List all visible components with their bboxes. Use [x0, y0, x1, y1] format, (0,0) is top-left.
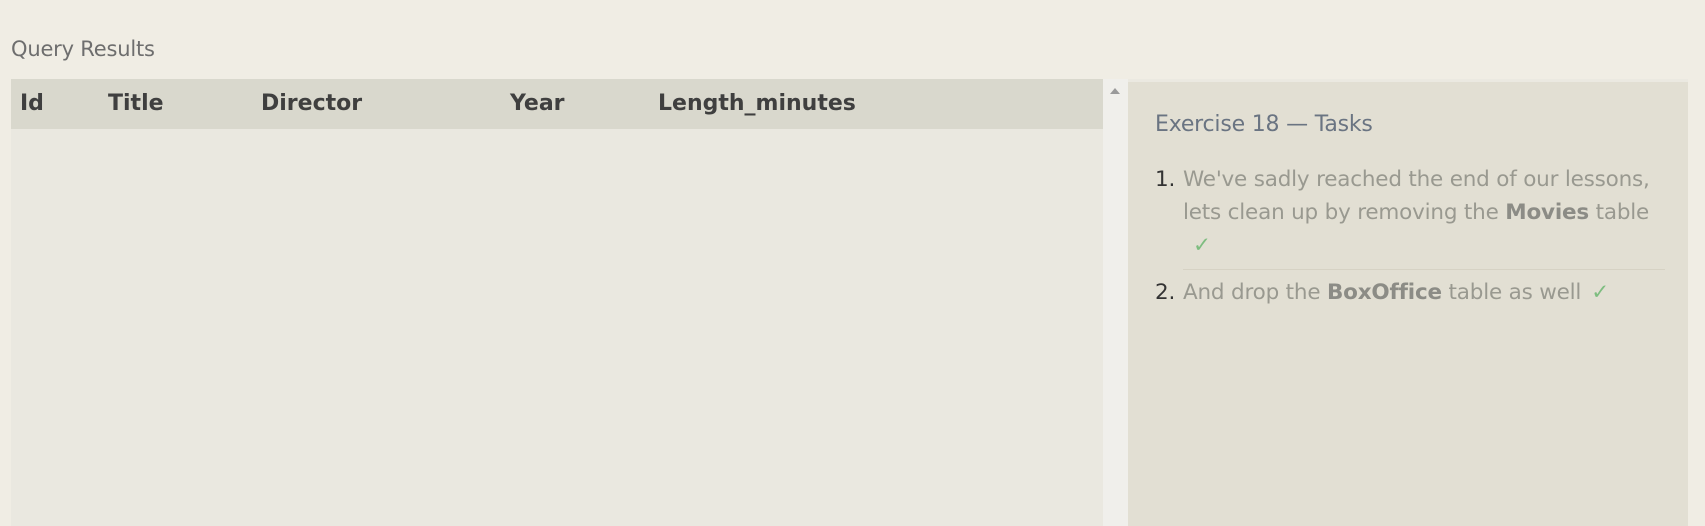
query-results-heading: Query Results — [11, 37, 155, 61]
checkmark-icon: ✓ — [1591, 280, 1610, 305]
tasks-title: Exercise 18 — Tasks — [1155, 112, 1373, 137]
task-number: 1. — [1155, 167, 1176, 192]
scroll-up-arrow-icon[interactable] — [1110, 88, 1120, 94]
query-results-table: Id Title Director Year Length_minutes — [11, 79, 1103, 526]
column-header-director: Director — [261, 91, 363, 116]
page: Query Results Id Title Director Year Len… — [0, 0, 1705, 526]
task-text: We've sadly reached the end of our lesso… — [1183, 163, 1663, 262]
column-header-id: Id — [20, 91, 44, 116]
task-text-part: And drop the — [1183, 280, 1327, 305]
task-table-name: BoxOffice — [1326, 280, 1442, 305]
column-header-title: Title — [108, 91, 164, 116]
table-header-row: Id Title Director Year Length_minutes — [11, 79, 1103, 129]
tasks-panel: Exercise 18 — Tasks 1. We've sadly reach… — [1128, 79, 1688, 526]
task-number: 2. — [1155, 280, 1176, 305]
task-text-part: table — [1589, 200, 1650, 225]
task-item-1: 1. We've sadly reached the end of our le… — [1155, 163, 1663, 262]
task-text-part: table as well — [1441, 280, 1582, 305]
task-table-name: Movies — [1505, 200, 1589, 225]
column-header-year: Year — [510, 91, 565, 116]
column-header-length-minutes: Length_minutes — [658, 91, 856, 116]
task-item-2: 2. And drop the BoxOffice table as well ✓ — [1155, 276, 1663, 309]
checkmark-icon: ✓ — [1193, 233, 1211, 258]
results-scrollbar[interactable] — [1103, 79, 1128, 526]
task-divider — [1183, 269, 1665, 270]
task-text: And drop the BoxOffice table as well ✓ — [1183, 276, 1663, 309]
